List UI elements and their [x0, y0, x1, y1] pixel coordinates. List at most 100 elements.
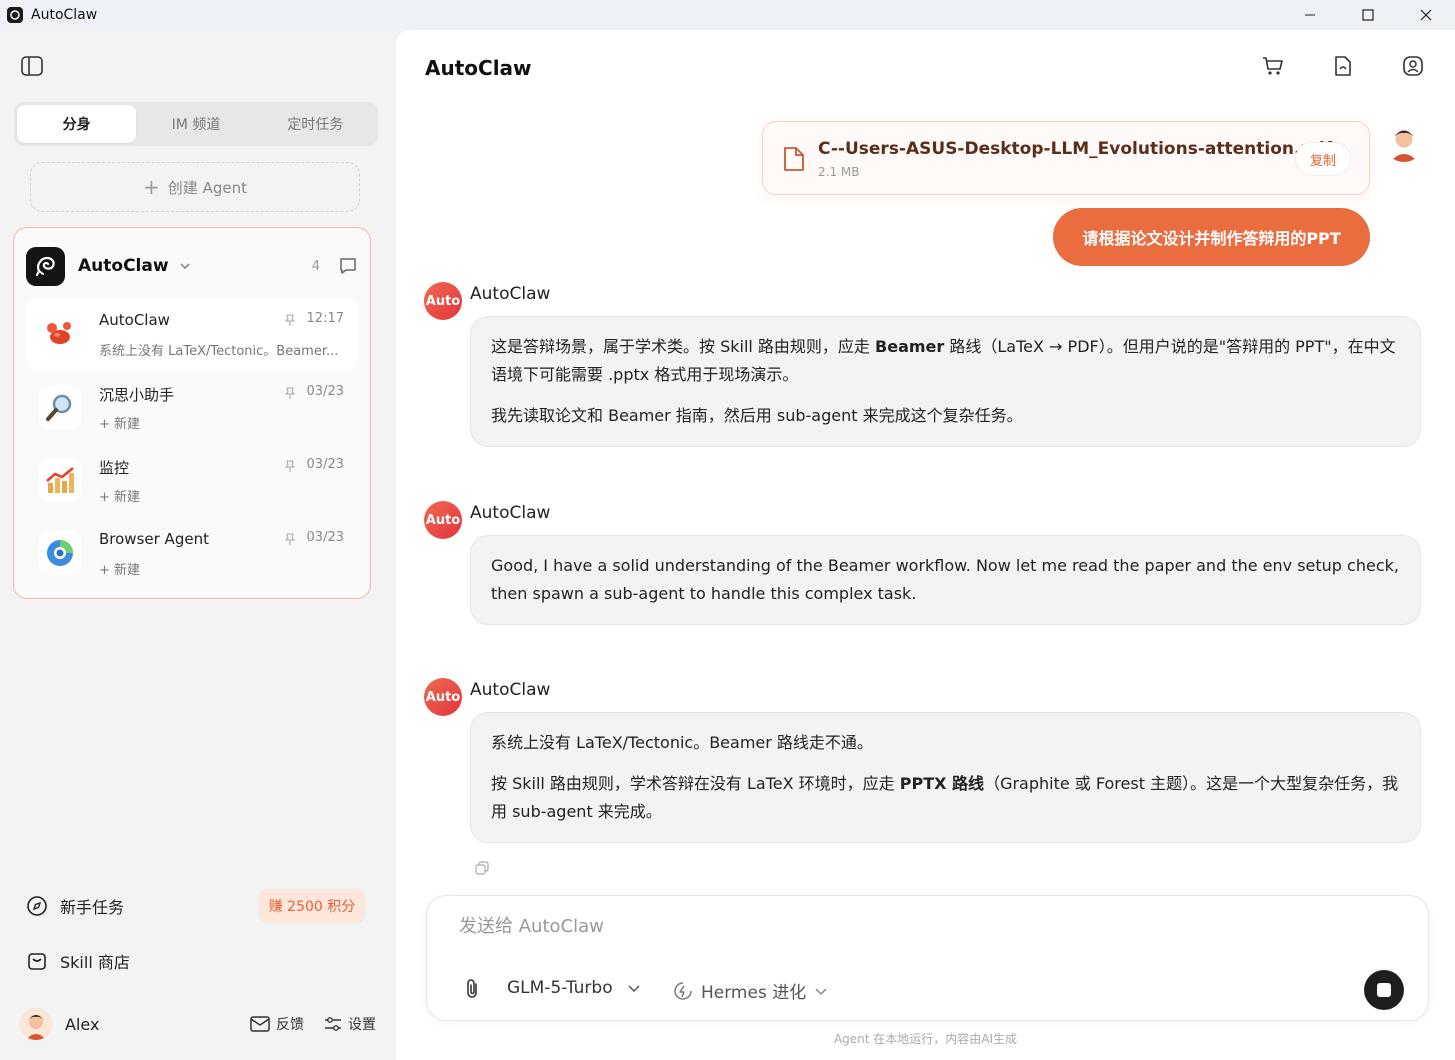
ai-message: 系统上没有 LaTeX/Tectonic。Beamer 路线走不通。 按 Ski…: [470, 712, 1421, 843]
mail-icon: [250, 1016, 270, 1032]
magnifier-icon: [38, 385, 82, 429]
session-time: 03/23: [306, 384, 344, 399]
ai-message: 这是答辩场景，属于学术类。按 Skill 路由规则，应走 Beamer 路线（L…: [470, 316, 1421, 447]
session-new-link[interactable]: + 新建: [99, 486, 344, 505]
model-select-value: GLM-5-Turbo: [507, 978, 613, 998]
autoclaw-logo-icon: [26, 246, 65, 286]
ai-avatar: Auto: [424, 501, 462, 539]
tab-scheduled-tasks[interactable]: 定时任务: [256, 105, 375, 143]
ai-sender-name: AutoClaw: [470, 680, 551, 700]
minimize-icon: [1305, 14, 1315, 16]
ai-avatar: Auto: [424, 678, 462, 716]
session-time: 03/23: [306, 457, 344, 472]
agent-group-card: AutoClaw 4 AutoClaw 12:17 系统上没有 LaTeX/Te…: [13, 227, 371, 599]
session-item-reflection-assistant[interactable]: 沉思小助手 03/23 + 新建: [26, 371, 358, 443]
user-name: Alex: [65, 1014, 100, 1034]
page-title: AutoClaw: [425, 56, 532, 80]
feedback-button[interactable]: 反馈: [250, 1014, 304, 1034]
bag-icon: [28, 953, 46, 970]
chevron-down-icon[interactable]: [179, 260, 191, 272]
message-input[interactable]: [459, 916, 1259, 937]
agent-group-header[interactable]: AutoClaw 4: [26, 246, 358, 286]
sidebar-toggle-icon[interactable]: [21, 56, 43, 76]
session-item-autoclaw[interactable]: AutoClaw 12:17 系统上没有 LaTeX/Tectonic。Beam…: [26, 298, 358, 370]
beginner-tasks-item[interactable]: 新手任务: [26, 894, 124, 918]
tab-im-channels[interactable]: IM 频道: [136, 105, 255, 143]
chevron-down-icon: [628, 985, 640, 993]
message-paragraph: 我先读取论文和 Beamer 指南，然后用 sub-agent 来完成这个复杂任…: [491, 406, 1023, 425]
window-title: AutoClaw: [31, 7, 98, 23]
session-new-link[interactable]: + 新建: [99, 413, 344, 432]
session-new-link[interactable]: + 新建: [99, 559, 344, 578]
browser-icon: [38, 531, 82, 575]
session-item-monitor[interactable]: 监控 03/23 + 新建: [26, 444, 358, 516]
file-size: 2.1 MB: [818, 165, 860, 179]
skill-store-item[interactable]: Skill 商店: [26, 949, 130, 973]
ai-avatar: Auto: [424, 282, 462, 320]
avatar: [1384, 122, 1424, 162]
sidebar-tabs: 分身 IM 频道 定时任务: [14, 102, 378, 146]
stop-generation-button[interactable]: [1364, 970, 1404, 1010]
copy-message-icon[interactable]: [475, 861, 489, 875]
plus-icon: +: [143, 175, 160, 199]
settings-button[interactable]: 设置: [324, 1014, 376, 1034]
chart-icon: [38, 458, 82, 502]
new-chat-icon[interactable]: [338, 256, 358, 276]
evolution-mode-select[interactable]: Hermes 进化: [673, 978, 828, 1003]
minimize-button[interactable]: [1281, 0, 1339, 30]
lobster-icon: [38, 312, 82, 356]
message-paragraph: 这是答辩场景，属于学术类。按 Skill 路由规则，应走 Beamer 路线（L…: [491, 337, 1396, 384]
evolution-mode-value: Hermes 进化: [701, 983, 807, 1003]
settings-sliders-icon: [325, 1017, 341, 1031]
file-icon: [784, 147, 804, 171]
pin-icon[interactable]: [283, 313, 297, 327]
message-paragraph: 系统上没有 LaTeX/Tectonic。Beamer 路线走不通。: [491, 733, 873, 752]
settings-label: 设置: [348, 1017, 376, 1033]
pin-icon[interactable]: [283, 459, 297, 473]
close-icon: [1420, 9, 1432, 21]
session-title: 监控: [99, 459, 130, 477]
message-paragraph: Good, I have a solid understanding of th…: [491, 556, 1399, 603]
beginner-tasks-label: 新手任务: [60, 898, 125, 917]
chat-panel: AutoClaw C--Users-ASUS-Desktop-LLM_Evolu…: [396, 30, 1455, 1060]
session-count: 4: [311, 258, 320, 274]
message-paragraph: 按 Skill 路由规则，学术答辩在没有 LaTeX 环境时，应走 PPTX 路…: [491, 774, 1399, 821]
session-time: 03/23: [306, 530, 344, 545]
compass-icon: [27, 896, 47, 916]
maximize-button[interactable]: [1339, 0, 1397, 30]
pin-icon[interactable]: [283, 532, 297, 546]
session-item-browser-agent[interactable]: Browser Agent 03/23 + 新建: [26, 517, 358, 589]
profile-icon[interactable]: [1401, 54, 1425, 78]
avatar[interactable]: [20, 1008, 52, 1040]
window-titlebar: AutoClaw: [0, 0, 1455, 30]
pin-icon[interactable]: [283, 386, 297, 400]
app-logo-icon: [7, 7, 23, 23]
user-row: Alex 反馈 设置: [20, 1006, 376, 1042]
create-agent-button[interactable]: + 创建 Agent: [30, 162, 360, 212]
create-agent-label: 创建 Agent: [167, 178, 247, 197]
feedback-label: 反馈: [276, 1017, 304, 1033]
copy-button[interactable]: 复制: [1295, 142, 1351, 176]
maximize-icon: [1362, 9, 1374, 21]
skill-store-label: Skill 商店: [60, 953, 130, 972]
session-time: 12:17: [306, 311, 344, 326]
model-select[interactable]: GLM-5-Turbo: [507, 978, 641, 998]
earn-points-badge[interactable]: 赚 2500 积分: [259, 889, 365, 923]
tab-agents[interactable]: 分身: [17, 105, 137, 143]
agent-group-name: AutoClaw: [78, 256, 169, 276]
file-name: C--Users-ASUS-Desktop-LLM_Evolutions-att…: [818, 139, 1333, 159]
user-message: 请根据论文设计并制作答辩用的PPT: [1053, 208, 1370, 266]
sidebar: 分身 IM 频道 定时任务 + 创建 Agent AutoClaw 4 Auto…: [0, 30, 396, 1060]
session-title: AutoClaw: [99, 311, 170, 329]
session-title: 沉思小助手: [99, 386, 175, 404]
close-window-button[interactable]: [1397, 0, 1455, 30]
attachment-icon[interactable]: [463, 978, 481, 1000]
session-preview: 系统上没有 LaTeX/Tectonic。Beamer...: [99, 344, 339, 359]
cart-icon[interactable]: [1261, 54, 1285, 78]
ai-sender-name: AutoClaw: [470, 284, 551, 304]
ai-message: Good, I have a solid understanding of th…: [470, 535, 1421, 625]
disclaimer-text: Agent 在本地运行，内容由AI生成: [833, 1032, 1018, 1046]
document-icon[interactable]: [1331, 54, 1355, 78]
stop-icon: [1377, 983, 1391, 997]
file-attachment-card[interactable]: C--Users-ASUS-Desktop-LLM_Evolutions-att…: [762, 121, 1370, 195]
